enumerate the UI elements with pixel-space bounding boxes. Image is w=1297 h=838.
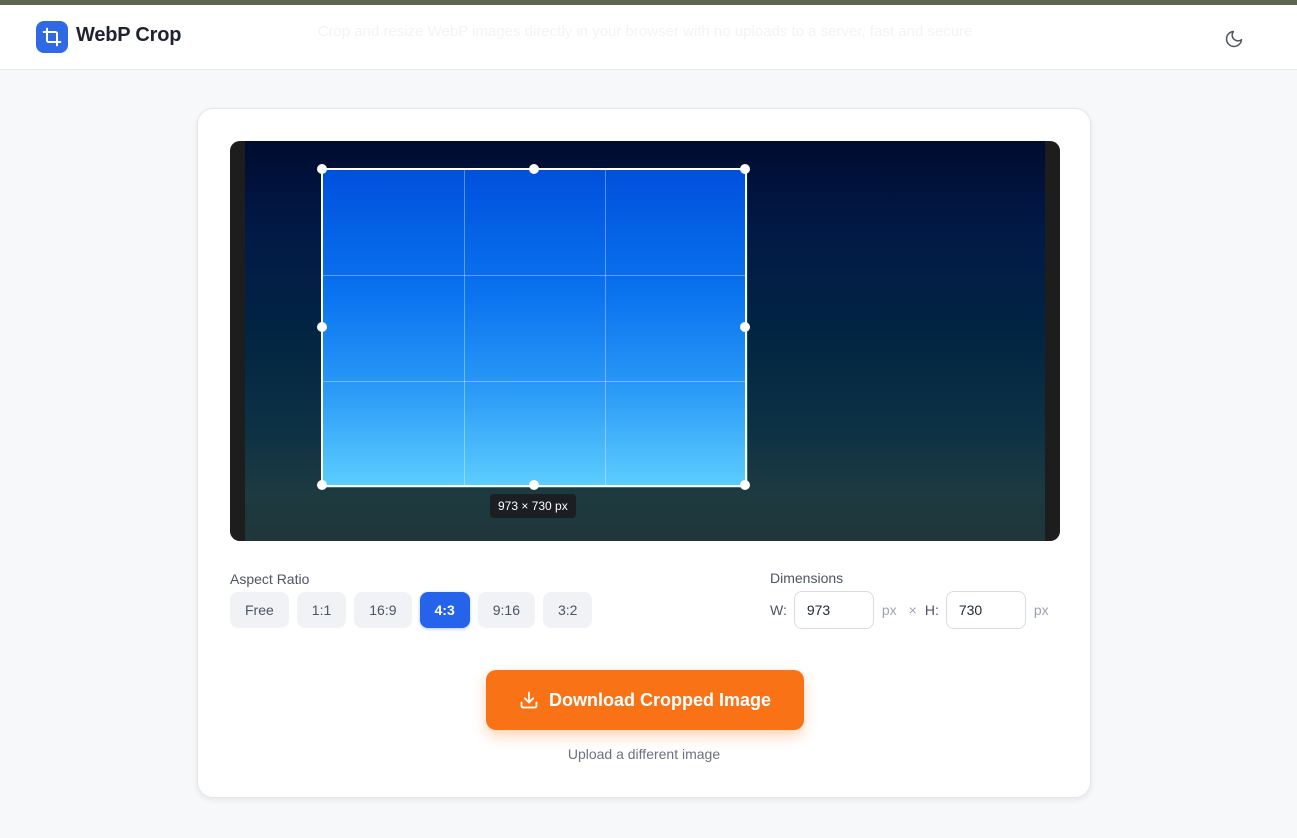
ratio-1-1-button[interactable]: 1:1: [296, 592, 347, 628]
aspect-ratio-group: Free 1:1 16:9 4:3 9:16 3:2: [230, 592, 593, 628]
crop-mask-top: [230, 141, 1060, 168]
height-unit: px: [1033, 602, 1049, 618]
theme-toggle-button[interactable]: [1220, 25, 1248, 53]
app-logo: [36, 21, 68, 53]
resize-handle-top-left[interactable]: [317, 164, 327, 174]
grid-line-horizontal: [323, 381, 745, 382]
moon-icon: [1224, 29, 1244, 49]
resize-handle-bottom-right[interactable]: [740, 480, 750, 490]
height-label: H:: [924, 602, 939, 618]
grid-line-vertical: [464, 170, 465, 485]
crop-stage[interactable]: 973 × 730 px: [230, 141, 1060, 541]
crop-preview: [323, 170, 745, 485]
resize-handle-top[interactable]: [529, 164, 539, 174]
resize-handle-top-right[interactable]: [740, 164, 750, 174]
aspect-ratio-label: Aspect Ratio: [230, 571, 310, 587]
dimensions-label: Dimensions: [770, 570, 844, 586]
resize-handle-right[interactable]: [740, 322, 750, 332]
ratio-16-9-button[interactable]: 16:9: [354, 592, 412, 628]
ratio-4-3-button[interactable]: 4:3: [419, 592, 470, 628]
download-button[interactable]: Download Cropped Image: [486, 670, 804, 730]
crop-mask-bottom: [230, 488, 1060, 541]
width-input[interactable]: [793, 591, 874, 629]
ratio-9-16-button[interactable]: 9:16: [477, 592, 535, 628]
download-icon: [519, 690, 539, 710]
dimensions-row: W: px × H: px: [770, 591, 1049, 629]
height-input[interactable]: [945, 591, 1026, 629]
ratio-free-button[interactable]: Free: [230, 592, 289, 628]
download-button-label: Download Cropped Image: [548, 689, 771, 710]
upload-different-image-link[interactable]: Upload a different image: [198, 746, 1090, 762]
grid-line-vertical: [605, 170, 606, 485]
crop-mask-right: [748, 168, 1060, 488]
grid-line-horizontal: [323, 275, 745, 276]
ratio-3-2-button[interactable]: 3:2: [543, 592, 593, 628]
width-label: W:: [770, 602, 787, 618]
resize-handle-bottom-left[interactable]: [317, 480, 327, 490]
app-tagline: Crop and resize WebP images directly in …: [317, 23, 973, 40]
resize-handle-bottom[interactable]: [529, 480, 539, 490]
crop-selection[interactable]: [321, 168, 747, 487]
dimension-separator: ×: [908, 602, 917, 618]
resize-handle-left[interactable]: [317, 322, 327, 332]
crop-icon: [42, 27, 62, 47]
app-header: WebP Crop Crop and resize WebP images di…: [0, 5, 1297, 70]
width-unit: px: [881, 602, 897, 618]
app-title: WebP Crop: [76, 24, 182, 46]
crop-card: 973 × 730 px Aspect Ratio Free 1:1 16:9 …: [197, 108, 1091, 798]
crop-size-badge: 973 × 730 px: [490, 494, 576, 518]
crop-mask-left: [230, 168, 321, 488]
